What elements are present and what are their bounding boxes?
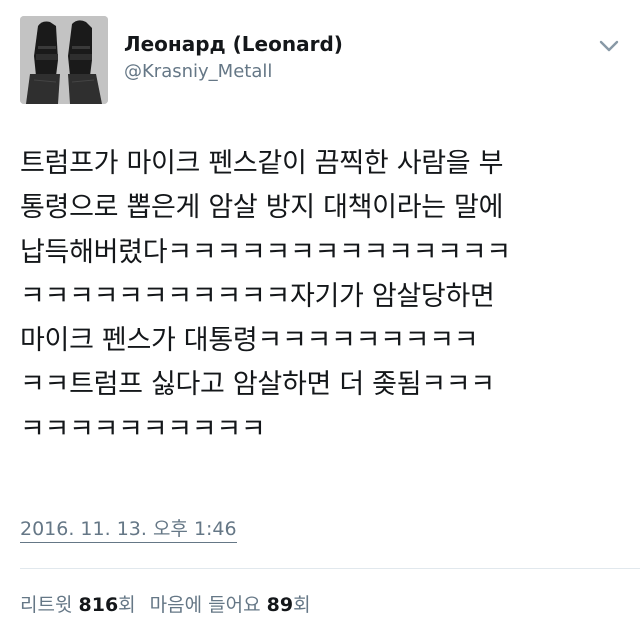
retweet-unit: 회	[118, 594, 136, 616]
like-stat[interactable]: 마음에 들어요 89회	[150, 594, 311, 616]
tweet-text-line: 마이크 펜스가 대통령ㅋㅋㅋㅋㅋㅋㅋㅋㅋ	[20, 325, 479, 357]
tweet-timestamp-link[interactable]: 2016. 11. 13. 오후 1:46	[20, 516, 237, 543]
display-name[interactable]: Леонард (Leonard)	[124, 32, 343, 56]
retweet-label: 리트윗	[20, 594, 73, 616]
tweet-text-line: 납득해버렸다ㅋㅋㅋㅋㅋㅋㅋㅋㅋㅋㅋㅋㅋㅋ	[20, 236, 511, 268]
tweet-text-line: ㅋㅋㅋㅋㅋㅋㅋㅋㅋㅋㅋ자기가 암살당하면	[20, 280, 495, 312]
tweet-text-line: 트럼프가 마이크 펜스같이 끔찍한 사람을 부	[20, 148, 504, 179]
tweet-menu-button[interactable]	[598, 38, 620, 54]
like-count: 89	[266, 594, 294, 616]
user-handle[interactable]: @Krasniy_Metall	[124, 60, 343, 84]
tweet-text: 트럼프가 마이크 펜스같이 끔찍한 사람을 부 통령으로 뽑은게 암살 방지 대…	[20, 142, 624, 452]
tweet-card: Леонард (Leonard) @Krasniy_Metall 트럼프가 마…	[0, 0, 640, 626]
boots-photo-avatar	[20, 16, 108, 104]
tweet-text-line: ㅋㅋㅋㅋㅋㅋㅋㅋㅋㅋ	[20, 413, 266, 445]
author-info: Леонард (Leonard) @Krasniy_Metall	[124, 32, 343, 84]
retweet-count: 816	[78, 594, 119, 616]
tweet-stats: 리트윗 816회 마음에 들어요 89회	[20, 592, 311, 618]
tweet-text-line: ㅋㅋ트럼프 싫다고 암살하면 더 좆됨ㅋㅋㅋ	[20, 369, 495, 401]
like-unit: 회	[293, 594, 311, 616]
retweet-stat[interactable]: 리트윗 816회	[20, 594, 136, 616]
avatar[interactable]	[20, 16, 108, 104]
divider	[20, 568, 640, 569]
chevron-down-icon	[599, 40, 619, 52]
like-label: 마음에 들어요	[149, 594, 261, 616]
tweet-text-line: 통령으로 뽑은게 암살 방지 대책이라는 말에	[20, 192, 504, 224]
